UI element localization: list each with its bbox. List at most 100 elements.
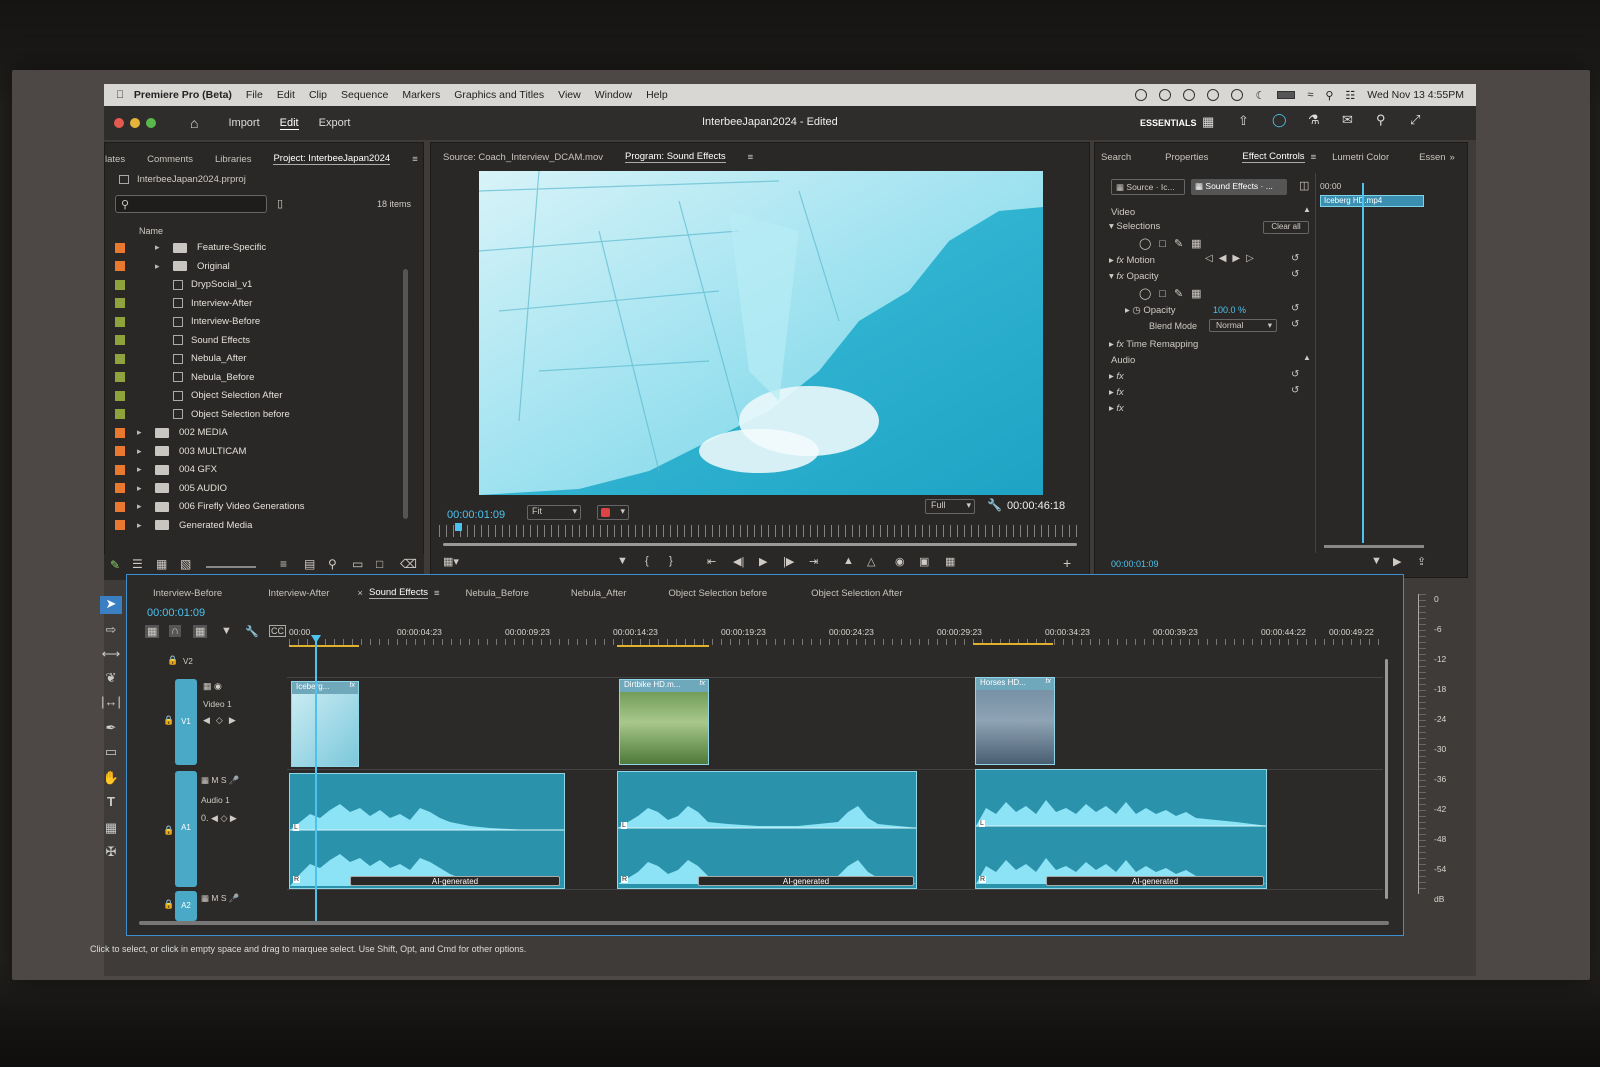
- track-v2-label[interactable]: V2: [183, 657, 193, 666]
- snap-icon[interactable]: ∩: [169, 625, 181, 637]
- label-color-swatch[interactable]: [115, 261, 125, 271]
- fit-dropdown[interactable]: Fit ▾: [527, 505, 581, 520]
- tab-object-selection-before[interactable]: Object Selection before: [668, 588, 767, 599]
- timeline-horizontal-scrollbar[interactable]: [139, 921, 1389, 925]
- add-button-icon[interactable]: +: [1063, 555, 1071, 571]
- creative-cloud-icon[interactable]: [1183, 89, 1196, 101]
- audio-clip-ai-generated-1[interactable]: L R AI-generated: [289, 773, 565, 889]
- type-tool-icon[interactable]: T: [100, 794, 122, 812]
- audio-keyframe-controls[interactable]: 0. ◀ ◇ ▶: [201, 813, 237, 824]
- audio-effect-row[interactable]: ▸ fx: [1109, 371, 1124, 382]
- effect-menu-icon[interactable]: ≡: [1311, 152, 1317, 163]
- timeline-vertical-scrollbar[interactable]: [1385, 659, 1388, 899]
- track-select-tool-icon[interactable]: ⇨: [100, 622, 122, 640]
- play-button[interactable]: ▶: [759, 555, 767, 568]
- track-v1-target[interactable]: V1: [175, 679, 197, 765]
- app-menu[interactable]: Premiere Pro (Beta): [134, 89, 232, 101]
- tab-essential[interactable]: Essen: [1419, 152, 1445, 163]
- new-bin-icon[interactable]: ▭: [352, 557, 363, 571]
- scrollbar[interactable]: [403, 269, 408, 519]
- add-marker-icon[interactable]: ▼: [221, 625, 232, 637]
- new-bin-from-search-icon[interactable]: ▯: [277, 197, 283, 210]
- moon-icon[interactable]: ☾: [1255, 89, 1265, 102]
- fullscreen-icon[interactable]: ⤢: [1410, 112, 1420, 128]
- hand-tool-icon[interactable]: ✋: [100, 770, 122, 788]
- tab-project-updates[interactable]: lates: [105, 154, 125, 165]
- tab-comments[interactable]: Comments: [147, 154, 193, 165]
- cloud-icon[interactable]: [1159, 89, 1172, 101]
- tab-interview-after[interactable]: Interview-After: [268, 588, 329, 599]
- project-list-item[interactable]: Nebula_After: [115, 350, 246, 367]
- label-color-swatch[interactable]: [115, 409, 125, 419]
- chevron-right-icon[interactable]: ▸: [137, 446, 147, 457]
- sync-icon[interactable]: [1135, 89, 1148, 101]
- add-marker-button[interactable]: ▼: [617, 555, 628, 567]
- reset-icon[interactable]: ↺: [1291, 319, 1299, 330]
- proxy-toggle-button[interactable]: ▦: [945, 555, 955, 568]
- tab-import[interactable]: Import: [228, 117, 259, 129]
- tab-edit[interactable]: Edit: [279, 117, 299, 130]
- freeform-view-icon[interactable]: ▧: [180, 557, 191, 571]
- audio-track-controls[interactable]: ▦ M S 🎤: [201, 775, 240, 786]
- chevron-right-icon[interactable]: ▸: [155, 242, 165, 253]
- expand-tabs-icon[interactable]: »: [1450, 152, 1455, 163]
- label-color-swatch[interactable]: [115, 242, 125, 253]
- go-to-in-button[interactable]: ⇤: [707, 555, 716, 568]
- reset-icon[interactable]: ↺: [1291, 269, 1299, 280]
- automate-icon[interactable]: ▤: [304, 557, 315, 571]
- chevron-right-icon[interactable]: ▸: [137, 427, 147, 438]
- tab-nebula-after[interactable]: Nebula_After: [571, 588, 626, 599]
- workspaces-menu[interactable]: ESSENTIALS: [1140, 118, 1197, 128]
- control-center-icon[interactable]: ☷: [1345, 89, 1355, 102]
- tab-nebula-before[interactable]: Nebula_Before: [466, 588, 529, 599]
- play-audio-icon[interactable]: ▶: [1393, 555, 1401, 568]
- quality-dropdown[interactable]: Full ▾: [925, 499, 975, 514]
- video-clip-iceberg[interactable]: Iceberg... fx: [291, 681, 359, 767]
- track-a1-target[interactable]: A1: [175, 771, 197, 887]
- search-icon[interactable]: ⚲: [1325, 89, 1333, 102]
- mark-out-button[interactable]: }: [669, 555, 673, 567]
- tab-export[interactable]: Export: [319, 117, 351, 129]
- comparison-view-button[interactable]: ▣: [919, 555, 929, 568]
- generative-extend-tool-icon[interactable]: ▦: [100, 820, 122, 838]
- chevron-right-icon[interactable]: ▸: [137, 520, 147, 531]
- track-a2-target[interactable]: A2: [175, 891, 197, 921]
- opacity-value[interactable]: 100.0 %: [1213, 305, 1246, 315]
- opacity-row[interactable]: ▾ fx Opacity: [1109, 271, 1159, 282]
- label-color-swatch[interactable]: [115, 483, 125, 493]
- ripple-edit-tool-icon[interactable]: ⟷: [100, 646, 122, 664]
- reset-icon[interactable]: ↺: [1291, 369, 1299, 380]
- keyframe-controls[interactable]: ◀◇▶: [203, 715, 242, 726]
- menu-sequence[interactable]: Sequence: [341, 89, 388, 101]
- source-clip-chip[interactable]: ▦ Source · Ic...: [1111, 179, 1185, 195]
- program-video-frame[interactable]: [479, 171, 1043, 495]
- export-frame-button[interactable]: ◉: [895, 555, 905, 568]
- tab-libraries[interactable]: Libraries: [215, 154, 251, 165]
- lock-icon[interactable]: 🔒: [163, 825, 174, 836]
- time-remapping-row[interactable]: ▸ fx Time Remapping: [1109, 339, 1198, 350]
- label-color-swatch[interactable]: [115, 298, 125, 308]
- wrench-icon[interactable]: 🔧: [987, 498, 1002, 512]
- linked-selection-icon[interactable]: ▦: [193, 625, 208, 638]
- close-window-button[interactable]: [114, 118, 124, 128]
- menu-file[interactable]: File: [246, 89, 263, 101]
- settings-icon[interactable]: [1231, 89, 1244, 101]
- sequence-clip-chip[interactable]: ▦ Sound Effects · ...: [1191, 179, 1287, 195]
- captions-icon[interactable]: CC: [269, 625, 286, 637]
- project-list-item[interactable]: ▸ Original: [115, 258, 230, 275]
- scroll-up-icon[interactable]: ▲: [1303, 353, 1311, 362]
- mask-tools[interactable]: ◯□✎▦: [1139, 237, 1210, 250]
- pen-icon[interactable]: ✎: [110, 558, 120, 572]
- project-list-item[interactable]: ▸ 005 AUDIO: [115, 480, 227, 497]
- clear-all-button[interactable]: Clear all: [1263, 221, 1309, 234]
- monitor-ruler[interactable]: [439, 525, 1079, 537]
- step-back-button[interactable]: ◀|: [733, 555, 744, 568]
- project-list-item[interactable]: ▸ Generated Media: [115, 517, 252, 534]
- icon-view-icon[interactable]: ▦: [156, 557, 167, 571]
- label-color-swatch[interactable]: [115, 501, 125, 512]
- name-column-header[interactable]: Name: [139, 226, 163, 236]
- program-timecode[interactable]: 00:00:01:09: [447, 509, 505, 521]
- export-icon[interactable]: ⇪: [1417, 555, 1426, 568]
- minimize-window-button[interactable]: [130, 118, 140, 128]
- tab-effect-controls[interactable]: Effect Controls: [1242, 151, 1305, 163]
